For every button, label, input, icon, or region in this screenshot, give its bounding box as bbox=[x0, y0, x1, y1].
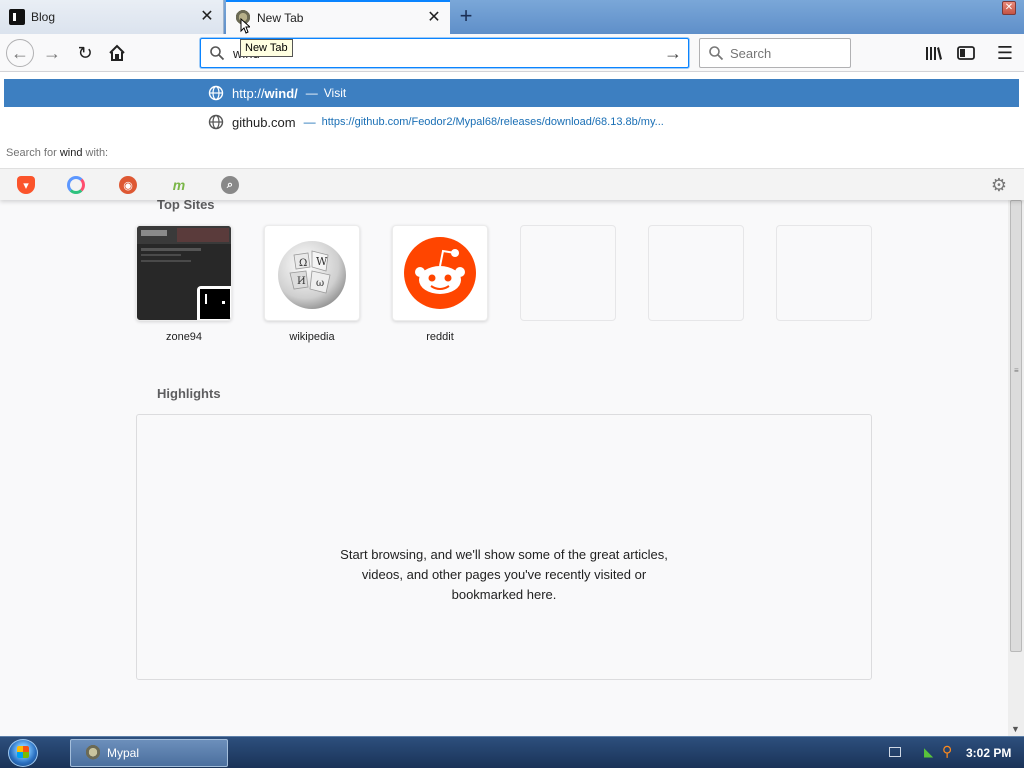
tab-new-tab[interactable]: New Tab ✕ bbox=[226, 0, 450, 34]
result-separator: — bbox=[303, 115, 316, 129]
search-input[interactable] bbox=[730, 44, 840, 62]
tab-blog[interactable]: Blog ✕ bbox=[0, 0, 224, 34]
mypal-app-icon bbox=[85, 745, 101, 761]
tab-title: Blog bbox=[31, 10, 56, 24]
url-result-github[interactable]: github.com — https://github.com/Feodor2/… bbox=[4, 108, 1019, 136]
top-site-tile-wikipedia[interactable]: Ω W И ω bbox=[264, 225, 360, 321]
taskbar-item-label: Mypal bbox=[107, 746, 140, 760]
top-site-empty-slot[interactable] bbox=[648, 225, 744, 321]
url-result-visit[interactable]: http://wind/ — Visit bbox=[4, 79, 1019, 107]
start-button[interactable] bbox=[8, 739, 38, 767]
globe-icon bbox=[208, 85, 224, 101]
new-tab-button[interactable]: + bbox=[455, 5, 477, 27]
reload-button[interactable]: ↻ bbox=[71, 39, 99, 67]
tab-strip: Blog ✕ New Tab ✕ + ✕ bbox=[0, 0, 1024, 34]
zone94-logo bbox=[197, 286, 231, 320]
url-autocomplete-popup: http://wind/ — Visit github.com — https:… bbox=[0, 72, 1024, 200]
close-tab-icon[interactable]: ✕ bbox=[424, 8, 444, 28]
result-url: https://github.com/Feodor2/Mypal68/relea… bbox=[321, 116, 664, 128]
svg-text:ω: ω bbox=[316, 278, 324, 289]
keyboard-tray-icon[interactable] bbox=[889, 747, 901, 757]
system-clock[interactable]: 3:02 PM bbox=[966, 746, 1011, 760]
sidebar-icon bbox=[957, 46, 975, 60]
result-action: Visit bbox=[323, 86, 347, 100]
search-engine-icon[interactable]: ⌕ bbox=[221, 176, 239, 194]
scroll-grip-icon: ≡ bbox=[1014, 366, 1019, 375]
svg-text:W: W bbox=[316, 255, 328, 268]
library-button[interactable] bbox=[921, 40, 947, 66]
wikipedia-globe-icon: Ω W И ω bbox=[278, 241, 346, 309]
top-site-label: reddit bbox=[426, 331, 454, 343]
svg-text:Ω: Ω bbox=[299, 258, 307, 269]
globe-icon bbox=[208, 114, 224, 130]
tab-title: New Tab bbox=[257, 11, 304, 25]
result-separator: — bbox=[305, 86, 318, 100]
top-site-empty-slot[interactable] bbox=[520, 225, 616, 321]
sidebar-button[interactable] bbox=[953, 40, 979, 66]
top-site-tile-zone94[interactable] bbox=[136, 225, 232, 321]
search-bar[interactable] bbox=[699, 38, 851, 68]
vertical-scrollbar[interactable]: ≡ ▼ bbox=[1008, 200, 1024, 736]
qwant-engine-icon[interactable] bbox=[67, 176, 85, 194]
menu-button[interactable]: ☰ bbox=[992, 40, 1018, 66]
scrollbar-thumb[interactable]: ≡ bbox=[1010, 200, 1022, 652]
navigation-toolbar: ← → ↻ → ☰ bbox=[0, 34, 1024, 72]
top-site-label: wikipedia bbox=[289, 331, 335, 343]
svg-text:И: И bbox=[297, 276, 306, 287]
result-title: http://wind/ bbox=[232, 85, 298, 101]
tab-tooltip: New Tab bbox=[240, 39, 293, 57]
close-tab-icon[interactable]: ✕ bbox=[197, 7, 217, 27]
home-icon bbox=[109, 44, 125, 61]
highlights-empty-message: Start browsing, and we'll show some of t… bbox=[340, 547, 668, 602]
windows-taskbar: Mypal ◣ ⚲ 3:02 PM bbox=[0, 736, 1024, 768]
duckduckgo-engine-icon[interactable]: ◉ bbox=[119, 176, 137, 194]
home-button[interactable] bbox=[103, 39, 131, 67]
zone94-screenshot bbox=[137, 226, 231, 262]
one-off-search-engines: ▾ ◉ m ⌕ ⚙ bbox=[0, 168, 1024, 200]
highlights-empty-state: Start browsing, and we'll show some of t… bbox=[136, 414, 872, 680]
window-close-button[interactable]: ✕ bbox=[1002, 1, 1016, 15]
brave-engine-icon[interactable]: ▾ bbox=[17, 176, 35, 194]
library-icon bbox=[926, 47, 942, 60]
search-for-label: Search for wind with: bbox=[6, 147, 109, 159]
search-icon bbox=[709, 46, 724, 61]
top-site-label: zone94 bbox=[165, 331, 203, 343]
mojeek-engine-icon[interactable]: m bbox=[170, 176, 188, 194]
scroll-down-arrow-icon[interactable]: ▼ bbox=[1011, 724, 1020, 734]
highlights-title[interactable]: Highlights bbox=[157, 386, 221, 401]
result-title: github.com bbox=[232, 114, 296, 130]
windows-logo-icon bbox=[17, 746, 29, 758]
blog-favicon-icon bbox=[9, 9, 25, 25]
url-input[interactable] bbox=[233, 44, 653, 62]
reddit-alien-icon bbox=[404, 237, 476, 309]
top-site-tile-reddit[interactable] bbox=[392, 225, 488, 321]
search-icon bbox=[210, 46, 225, 61]
search-tray-icon[interactable]: ⚲ bbox=[942, 743, 952, 760]
new-tab-page: Top Sites zone94 Ω W И ω wikipedia reddi… bbox=[0, 197, 1008, 736]
taskbar-item-mypal[interactable]: Mypal bbox=[70, 739, 228, 767]
forward-button[interactable]: → bbox=[38, 39, 66, 67]
go-arrow-icon[interactable]: → bbox=[664, 44, 682, 62]
network-tray-icon[interactable]: ◣ bbox=[924, 745, 933, 759]
mouse-cursor-icon bbox=[240, 18, 250, 34]
gear-icon[interactable]: ⚙ bbox=[989, 175, 1009, 195]
top-site-empty-slot[interactable] bbox=[776, 225, 872, 321]
back-button[interactable]: ← bbox=[6, 39, 34, 67]
